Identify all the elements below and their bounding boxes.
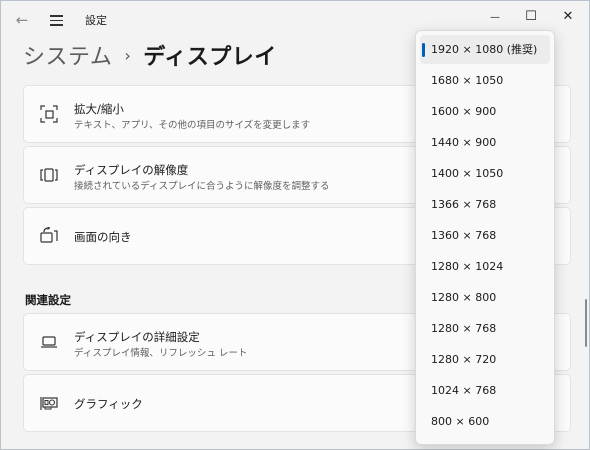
close-icon: ✕ bbox=[562, 9, 574, 24]
orientation-icon bbox=[40, 227, 58, 243]
resolution-option[interactable]: 1280 × 1024 bbox=[420, 252, 550, 281]
resolution-option[interactable]: 1600 × 900 bbox=[420, 97, 550, 126]
resolution-option[interactable]: 1360 × 768 bbox=[420, 221, 550, 250]
resolution-option[interactable]: 1024 × 768 bbox=[420, 376, 550, 405]
minimize-button[interactable]: — bbox=[478, 5, 512, 29]
resolution-description: 接続されているディスプレイに合うように解像度を調整する bbox=[74, 181, 330, 192]
graphics-card-icon bbox=[40, 397, 58, 410]
maximize-icon: ☐ bbox=[525, 9, 537, 24]
scrollbar-thumb[interactable] bbox=[585, 299, 587, 347]
navigation-menu-button[interactable] bbox=[46, 9, 68, 31]
orientation-title: 画面の向き bbox=[74, 230, 132, 244]
resolution-option[interactable]: 800 × 600 bbox=[420, 407, 550, 436]
close-button[interactable]: ✕ bbox=[551, 5, 585, 29]
back-button[interactable]: ← bbox=[11, 9, 33, 31]
maximize-button[interactable]: ☐ bbox=[514, 5, 548, 29]
page-title: ディスプレイ bbox=[143, 45, 277, 70]
scale-icon bbox=[40, 105, 58, 123]
hamburger-icon bbox=[50, 15, 63, 17]
settings-window: ← 設定 — ☐ ✕ システム › ディスプレイ 拡大/縮小 テキスト、アプリ、その… bbox=[0, 0, 590, 450]
resolution-option[interactable]: 1400 × 1050 bbox=[420, 159, 550, 188]
resolution-dropdown-list: 1920 × 1080 (推奨) 1680 × 1050 1600 × 900 … bbox=[415, 30, 555, 445]
breadcrumb: システム › ディスプレイ bbox=[23, 39, 277, 71]
graphics-title: グラフィック bbox=[74, 397, 143, 411]
back-arrow-icon: ← bbox=[15, 11, 29, 29]
scale-description: テキスト、アプリ、その他の項目のサイズを変更します bbox=[74, 120, 311, 131]
minimize-icon: — bbox=[490, 12, 500, 23]
resolution-option[interactable]: 1440 × 900 bbox=[420, 128, 550, 157]
resolution-option[interactable]: 1280 × 720 bbox=[420, 345, 550, 374]
resolution-icon bbox=[40, 168, 58, 182]
advanced-display-title: ディスプレイの詳細設定 bbox=[74, 330, 200, 344]
breadcrumb-system[interactable]: システム bbox=[23, 45, 112, 70]
resolution-option[interactable]: 1680 × 1050 bbox=[420, 66, 550, 95]
scale-title: 拡大/縮小 bbox=[74, 102, 124, 116]
breadcrumb-separator: › bbox=[124, 46, 132, 65]
resolution-option[interactable]: 1920 × 1080 (推奨) bbox=[420, 35, 550, 64]
resolution-option[interactable]: 1280 × 768 bbox=[420, 314, 550, 343]
app-title: 設定 bbox=[85, 14, 107, 27]
resolution-option[interactable]: 1366 × 768 bbox=[420, 190, 550, 219]
resolution-title: ディスプレイの解像度 bbox=[74, 163, 189, 177]
related-settings-heading: 関連設定 bbox=[25, 293, 71, 307]
monitor-icon bbox=[41, 336, 57, 348]
selected-indicator bbox=[422, 43, 425, 57]
advanced-display-description: ディスプレイ情報、リフレッシュ レート bbox=[74, 348, 248, 359]
resolution-option[interactable]: 1280 × 800 bbox=[420, 283, 550, 312]
